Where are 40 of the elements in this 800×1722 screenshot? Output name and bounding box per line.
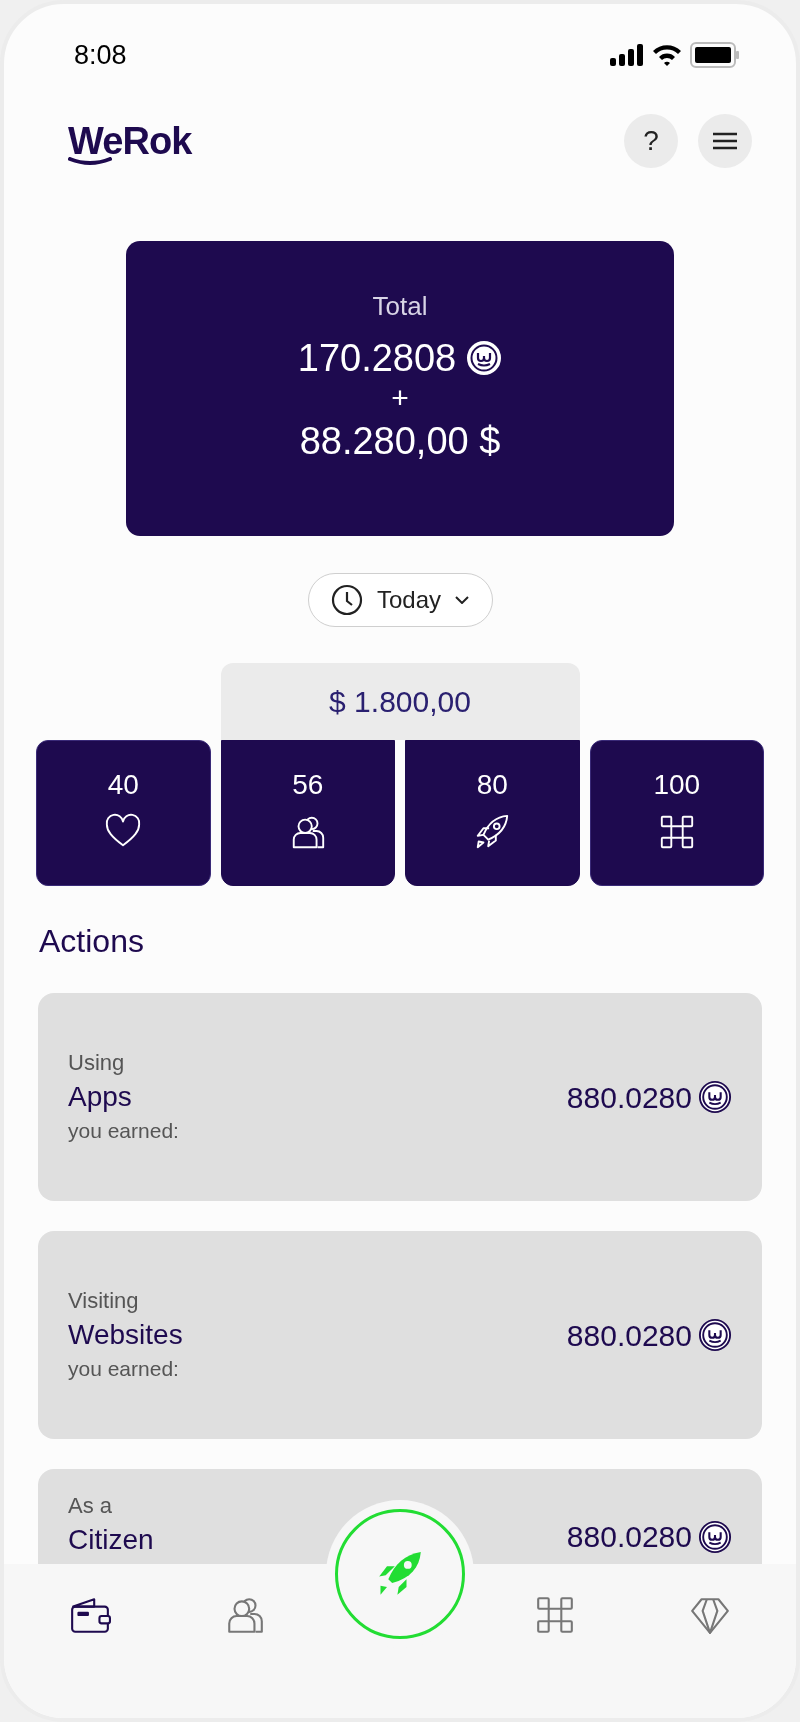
- stat-value: 80: [476, 769, 508, 801]
- stat-value: 56: [292, 769, 324, 801]
- total-label: Total: [372, 290, 428, 323]
- plus-sign: +: [391, 381, 409, 415]
- token-amount: 170.2808: [297, 336, 457, 381]
- earned-amount: 880.0280: [566, 1317, 692, 1354]
- action-suffix: you earned:: [68, 1118, 179, 1144]
- stat-value: 40: [107, 769, 139, 801]
- status-time: 8:08: [74, 38, 127, 72]
- signal-icon: [610, 44, 644, 66]
- section-title: Actions: [39, 922, 145, 961]
- action-prefix: Visiting: [68, 1287, 140, 1315]
- action-suffix: you earned:: [68, 1356, 180, 1382]
- help-button[interactable]: ?: [624, 114, 678, 168]
- wifi-icon: [652, 44, 682, 66]
- stat-card[interactable]: 40: [36, 740, 211, 886]
- stat-value: 100: [653, 769, 701, 801]
- stat-card[interactable]: 100: [589, 740, 764, 886]
- period-dropdown[interactable]: Today: [307, 573, 493, 627]
- battery-icon: [690, 42, 740, 68]
- chevron-down-icon: [455, 596, 469, 604]
- action-card[interactable]: Using Apps you earned: 880.0280: [38, 993, 762, 1201]
- earned-amount: 880.0280: [566, 1079, 692, 1116]
- action-card[interactable]: Visiting Websites you earned: 880.0280: [38, 1231, 762, 1439]
- action-prefix: Using: [68, 1049, 126, 1077]
- action-prefix: As a: [68, 1492, 114, 1520]
- coin-icon: [698, 1519, 732, 1554]
- action-name: Apps: [68, 1080, 133, 1114]
- earned-amount: 880.0280: [566, 1519, 692, 1555]
- coin-icon: [466, 340, 503, 376]
- coin-icon: [698, 1080, 732, 1114]
- action-name: Citizen: [68, 1523, 154, 1557]
- clock-icon: [330, 584, 363, 616]
- brand-logo: WeRok: [68, 115, 192, 167]
- action-name: Websites: [68, 1318, 183, 1352]
- menu-icon: [712, 132, 738, 150]
- coin-icon: [698, 1318, 732, 1352]
- stat-card[interactable]: 80: [405, 740, 580, 886]
- stat-card[interactable]: 56: [220, 740, 395, 886]
- dollar-amount: 88.280,00 $: [299, 419, 501, 464]
